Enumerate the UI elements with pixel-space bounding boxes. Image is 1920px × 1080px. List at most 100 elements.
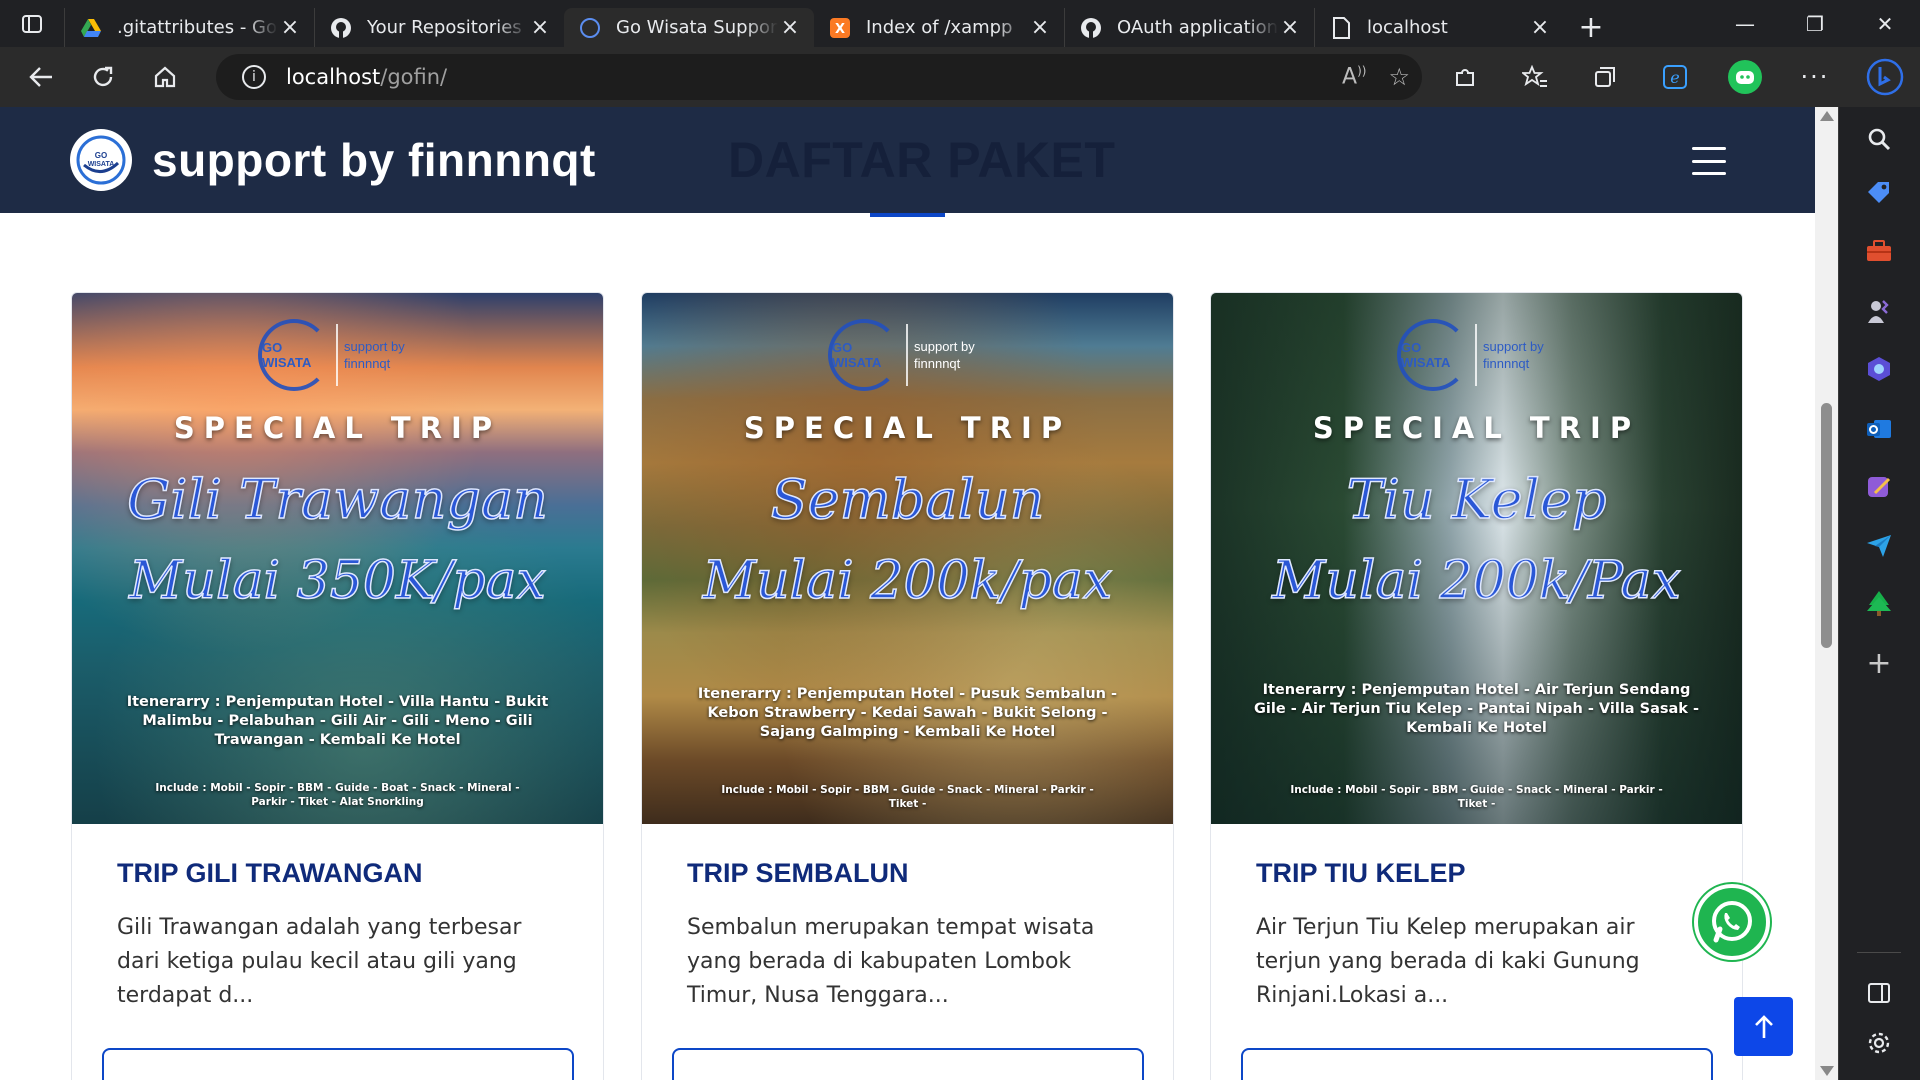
internet-explorer-icon: e: [1663, 65, 1687, 89]
card-title[interactable]: TRIP TIU KELEP: [1256, 858, 1697, 889]
scroll-down-arrow-icon[interactable]: [1820, 1066, 1834, 1076]
home-button[interactable]: [134, 47, 196, 107]
address-path: /gofin/: [380, 65, 448, 89]
extensions-button[interactable]: [1430, 47, 1500, 107]
sidebar-send-icon[interactable]: [1861, 527, 1897, 563]
card-description: Gili Trawangan adalah yang terbesar dari…: [117, 915, 522, 1008]
poster-include: Include : Mobil - Sopir - BBM - Guide - …: [721, 784, 1094, 810]
close-window-button[interactable]: ✕: [1850, 0, 1920, 47]
tab-gitattributes[interactable]: .gitattributes - Goo ×: [64, 8, 314, 47]
profile-button[interactable]: [1710, 47, 1780, 107]
package-poster-image[interactable]: GO WISATA support by finnnnqt SPECIAL TR…: [1211, 293, 1742, 824]
more-dots-icon: ···: [1800, 63, 1830, 91]
sidebar-games-icon[interactable]: [1861, 293, 1897, 329]
card-detail-button[interactable]: [1241, 1048, 1713, 1080]
github-icon: [329, 16, 353, 40]
sidebar-tools-icon[interactable]: [1861, 233, 1897, 269]
close-tab-icon[interactable]: ×: [1028, 15, 1052, 40]
card-title[interactable]: TRIP SEMBALUN: [687, 858, 1128, 889]
close-tab-icon[interactable]: ×: [278, 15, 302, 40]
edge-sidebar: +: [1838, 107, 1920, 1080]
package-card: GO WISATA support by finnnnqt SPECIAL TR…: [1210, 292, 1743, 1080]
sidebar-settings-gear-icon[interactable]: [1861, 1025, 1897, 1061]
poster-logo: GO WISATA support by finnnnqt: [1397, 319, 1545, 391]
arrow-up-icon: [1754, 1014, 1773, 1038]
address-bar[interactable]: i localhost/gofin/ A)) ☆: [216, 54, 1422, 100]
new-tab-button[interactable]: +: [1564, 8, 1618, 47]
menu-toggle-button[interactable]: [1692, 147, 1726, 175]
site-info-icon[interactable]: i: [242, 65, 266, 89]
tab-title: localhost: [1367, 17, 1448, 38]
close-tab-icon[interactable]: ×: [528, 15, 552, 40]
browser-toolbar: i localhost/gofin/ A)) ☆ e ···: [0, 47, 1920, 107]
page-viewport: GO WISATA support by finnnnqt DAFTAR PAK…: [0, 107, 1815, 1080]
sidebar-search-icon[interactable]: [1861, 121, 1897, 157]
sidebar-copilot-icon[interactable]: [1861, 351, 1897, 387]
tab-your-repositories[interactable]: Your Repositories ×: [314, 8, 564, 47]
card-description: Sembalun merupakan tempat wisata yang be…: [687, 915, 1095, 1008]
tab-localhost[interactable]: localhost ×: [1314, 8, 1564, 47]
package-poster-image[interactable]: GO WISATA support by finnnnqt SPECIAL TR…: [72, 293, 603, 824]
tab-oauth-application[interactable]: OAuth application ×: [1064, 8, 1314, 47]
tab-actions-menu-button[interactable]: [0, 0, 64, 47]
back-button[interactable]: [10, 47, 72, 107]
read-aloud-icon[interactable]: A)): [1342, 64, 1366, 89]
card-detail-button[interactable]: [102, 1048, 574, 1080]
favorites-button[interactable]: [1500, 47, 1570, 107]
whatsapp-chat-button[interactable]: [1694, 884, 1770, 960]
poster-itinerary: Itenerarry : Penjemputan Hotel - Air Ter…: [1254, 682, 1699, 736]
browser-tab-bar: .gitattributes - Goo × Your Repositories…: [0, 0, 1920, 47]
settings-more-button[interactable]: ···: [1780, 47, 1850, 107]
poster-logo-ring: GO WISATA: [258, 319, 330, 391]
page-scrollbar[interactable]: [1815, 107, 1838, 1080]
collections-button[interactable]: [1570, 47, 1640, 107]
close-tab-icon[interactable]: ×: [1278, 15, 1302, 40]
tab-go-wisata-support[interactable]: Go Wisata Support ×: [564, 8, 814, 47]
scroll-up-arrow-icon[interactable]: [1820, 111, 1834, 121]
tab-index-of-xampp[interactable]: X Index of /xampp ×: [814, 8, 1064, 47]
poster-logo-subtext: support by finnnnqt: [1483, 339, 1544, 371]
window-controls: — ❐ ✕: [1710, 0, 1920, 47]
card-body: TRIP SEMBALUN Sembalun merupakan tempat …: [642, 824, 1173, 1013]
back-to-top-button[interactable]: [1734, 997, 1793, 1056]
hamburger-line: [1692, 172, 1726, 175]
card-detail-button[interactable]: [672, 1048, 1144, 1080]
poster-logo-ring: GO WISATA: [1397, 319, 1469, 391]
scroll-thumb[interactable]: [1821, 403, 1832, 648]
reload-button[interactable]: [72, 47, 134, 107]
add-favorite-icon[interactable]: ☆: [1388, 63, 1410, 91]
poster-destination: Gili Trawangan: [126, 467, 548, 532]
restore-button[interactable]: ❐: [1780, 0, 1850, 47]
poster-destination: Tiu Kelep: [1346, 467, 1607, 532]
poster-logo: GO WISATA support by finnnnqt: [828, 319, 976, 391]
ie-mode-button[interactable]: e: [1640, 47, 1710, 107]
bing-copilot-button[interactable]: [1850, 47, 1920, 107]
brand-name: support by finnnnqt: [152, 134, 596, 186]
sidebar-tree-icon[interactable]: [1861, 585, 1897, 621]
sidebar-outlook-icon[interactable]: [1861, 411, 1897, 447]
poster-special-trip: SPECIAL TRIP: [173, 411, 502, 445]
card-title[interactable]: TRIP GILI TRAWANGAN: [117, 858, 558, 889]
package-poster-image[interactable]: GO WISATA support by finnnnqt SPECIAL TR…: [642, 293, 1173, 824]
brand[interactable]: GO WISATA support by finnnnqt: [70, 129, 596, 191]
close-tab-icon[interactable]: ×: [1528, 15, 1552, 40]
poster-logo-ring: GO WISATA: [828, 319, 900, 391]
poster-destination: Sembalun: [770, 467, 1045, 532]
hamburger-line: [1692, 147, 1726, 150]
go-wisata-logo: GO WISATA: [70, 129, 132, 191]
poster-logo-divider: [1475, 324, 1477, 386]
plus-icon: +: [1578, 10, 1604, 45]
svg-text:WISATA: WISATA: [88, 161, 115, 168]
poster-logo-subtext: support by finnnnqt: [914, 339, 975, 371]
site-logo-icon: [578, 16, 602, 40]
close-tab-icon[interactable]: ×: [778, 15, 802, 40]
sidebar-shopping-icon[interactable]: [1861, 175, 1897, 211]
poster-price: Mulai 350K/pax: [128, 550, 546, 612]
tab-title: OAuth application: [1117, 17, 1278, 38]
section-title: DAFTAR PAKET: [728, 132, 1116, 188]
sidebar-add-icon[interactable]: +: [1861, 645, 1897, 681]
address-host: localhost: [286, 65, 381, 89]
minimize-button[interactable]: —: [1710, 0, 1780, 47]
sidebar-hide-icon[interactable]: [1861, 975, 1897, 1011]
sidebar-designer-icon[interactable]: [1861, 469, 1897, 505]
